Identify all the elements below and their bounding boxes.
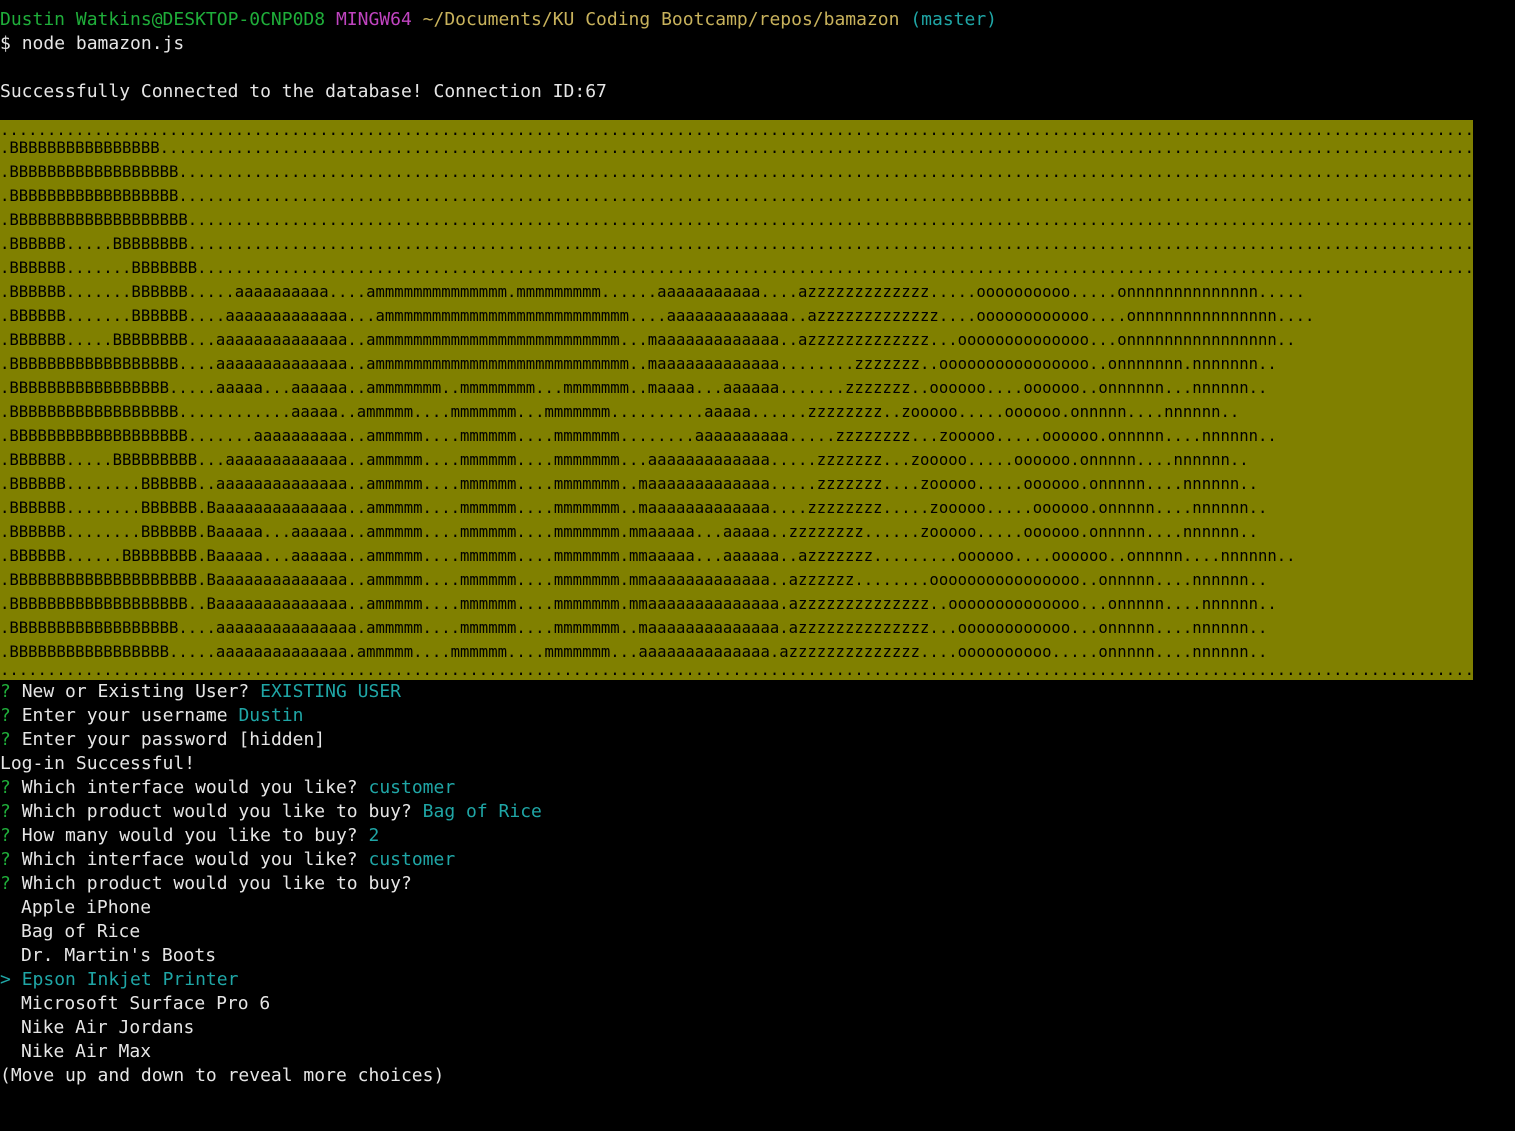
command-line: $ node bamazon.js [0, 32, 1515, 56]
question-mark-icon: ? [0, 801, 11, 822]
question-mark-icon: ? [0, 777, 11, 798]
question-mark-icon: ? [0, 729, 11, 750]
session-line: ? New or Existing User? EXISTING USER [0, 680, 1515, 704]
prompt-symbol: $ [0, 33, 11, 54]
product-label[interactable]: Bag of Rice [21, 921, 140, 942]
question-text: New or Existing User? [21, 681, 250, 702]
list-item[interactable]: Bag of Rice [0, 920, 1515, 944]
banner-line: .BBBBBB.......BBBBBB....aaaaaaaaaaaaa...… [0, 307, 1315, 325]
banner-line: .BBBBBBBBBBBBBBBBBB.....................… [0, 163, 1473, 181]
login-message: Log-in Successful! [0, 753, 196, 774]
shell-name: MINGW64 [335, 9, 412, 30]
banner-line: .BBBBBB.......BBBBBBB...................… [0, 259, 1473, 277]
question-text: Which interface would you like? [21, 849, 358, 870]
banner-line: .BBBBBBBBBBBBBBBBBBB..Baaaaaaaaaaaaaa..a… [0, 595, 1277, 613]
answer-text: EXISTING USER [260, 681, 401, 702]
banner-line: .BBBBBB.....BBBBBBBB....................… [0, 235, 1473, 253]
banner-line: .BBBBBBBBBBBBBBBBBBBB.Baaaaaaaaaaaaaa..a… [0, 571, 1268, 589]
answer-text: [hidden] [238, 729, 326, 750]
session-line: ? Enter your username Dustin [0, 704, 1515, 728]
list-item-selected[interactable]: > Epson Inkjet Printer [0, 968, 1515, 992]
banner-line: .BBBBBBBBBBBBBBBBBB.....................… [0, 187, 1473, 205]
command-text: node bamazon.js [21, 33, 185, 54]
product-label[interactable]: Dr. Martin's Boots [21, 945, 216, 966]
question-mark-icon: ? [0, 681, 11, 702]
product-label[interactable]: Microsoft Surface Pro 6 [21, 993, 270, 1014]
pointer-icon: > [0, 969, 11, 990]
answer-text: Dustin [238, 705, 304, 726]
banner-line: .BBBBBBBBBBBBBBBBB.....aaaaa...aaaaaa..a… [0, 379, 1268, 397]
question-text: Which interface would you like? [21, 777, 358, 798]
question-text: How many would you like to buy? [21, 825, 358, 846]
banner-line: .BBBBBB........BBBBBB.Baaaaa...aaaaaa..a… [0, 523, 1259, 541]
connection-message: Successfully Connected to the database! … [0, 81, 607, 102]
question-mark-icon: ? [0, 873, 11, 894]
list-item[interactable]: Dr. Martin's Boots [0, 944, 1515, 968]
banner-line: .BBBBBB.....BBBBBBBBB...aaaaaaaaaaaaa..a… [0, 451, 1249, 469]
product-label[interactable]: Epson Inkjet Printer [22, 969, 239, 990]
question-mark-icon: ? [0, 705, 11, 726]
banner-line: .BBBBBBBBBBBBBBBBBBB.......aaaaaaaaaa..a… [0, 427, 1277, 445]
shell-prompt-line: Dustin Watkins@DESKTOP-0CNP0D8 MINGW64 ~… [0, 8, 1515, 32]
question-mark-icon: ? [0, 849, 11, 870]
banner-line: .BBBBBB.......BBBBBB.....aaaaaaaaaa....a… [0, 283, 1305, 301]
banner-line: .BBBBBBBBBBBBBBBBBBB....................… [0, 211, 1473, 229]
question-text: Which product would you like to buy? [21, 801, 412, 822]
session-line: ? Which interface would you like? custom… [0, 776, 1515, 800]
session-line: ? Which product would you like to buy? [0, 872, 1515, 896]
git-branch: (master) [910, 9, 998, 30]
banner-line: .BBBBBBBBBBBBBBBBB.....aaaaaaaaaaaaaa.am… [0, 643, 1268, 661]
list-item[interactable]: Apple iPhone [0, 896, 1515, 920]
banner-line: .BBBBBB......BBBBBBBB.Baaaaa...aaaaaa..a… [0, 547, 1296, 565]
product-label[interactable]: Apple iPhone [21, 897, 151, 918]
answer-text: customer [368, 849, 456, 870]
answer-text: 2 [368, 825, 380, 846]
list-item[interactable]: Nike Air Max [0, 1040, 1515, 1064]
product-choice-list[interactable]: Apple iPhone Bag of Rice Dr. Martin's Bo… [0, 896, 1515, 1064]
ascii-banner: ........................................… [0, 120, 1473, 680]
banner-line: .BBBBBB.....BBBBBBBB...aaaaaaaaaaaaaa..a… [0, 331, 1296, 349]
banner-line: .BBBBBBBBBBBBBBBB.......................… [0, 139, 1473, 157]
question-text: Which product would you like to buy? [21, 873, 412, 894]
terminal-window[interactable]: Dustin Watkins@DESKTOP-0CNP0D8 MINGW64 ~… [0, 0, 1515, 1131]
banner-line: .BBBBBBBBBBBBBBBBBB....aaaaaaaaaaaaaa..a… [0, 355, 1277, 373]
banner-line: .BBBBBBBBBBBBBBBBBB............aaaaa..am… [0, 403, 1240, 421]
banner-line: ........................................… [0, 664, 1473, 676]
product-label[interactable]: Nike Air Jordans [21, 1017, 194, 1038]
answer-text: Bag of Rice [422, 801, 542, 822]
session-line: ? Which interface would you like? custom… [0, 848, 1515, 872]
banner-line: .BBBBBBBBBBBBBBBBBB....aaaaaaaaaaaaaaa.a… [0, 619, 1268, 637]
banner-line: .BBBBBB........BBBBBB.Baaaaaaaaaaaaaa..a… [0, 499, 1268, 517]
user-host: Dustin Watkins@DESKTOP-0CNP0D8 [0, 9, 326, 30]
session-line: ? How many would you like to buy? 2 [0, 824, 1515, 848]
question-text: Enter your username [21, 705, 228, 726]
question-mark-icon: ? [0, 825, 11, 846]
session-line: ? Which product would you like to buy? B… [0, 800, 1515, 824]
current-path: ~/Documents/KU Coding Bootcamp/repos/bam… [422, 9, 900, 30]
list-item[interactable]: Microsoft Surface Pro 6 [0, 992, 1515, 1016]
banner-line: .BBBBBB........BBBBBB..aaaaaaaaaaaaaa..a… [0, 475, 1259, 493]
list-item[interactable]: Nike Air Jordans [0, 1016, 1515, 1040]
session-line: ? Enter your password [hidden] [0, 728, 1515, 752]
navigation-hint: (Move up and down to reveal more choices… [0, 1065, 445, 1086]
product-label[interactable]: Nike Air Max [21, 1041, 151, 1062]
question-text: Enter your password [21, 729, 228, 750]
banner-line: ........................................… [0, 124, 1473, 136]
answer-text: customer [368, 777, 456, 798]
